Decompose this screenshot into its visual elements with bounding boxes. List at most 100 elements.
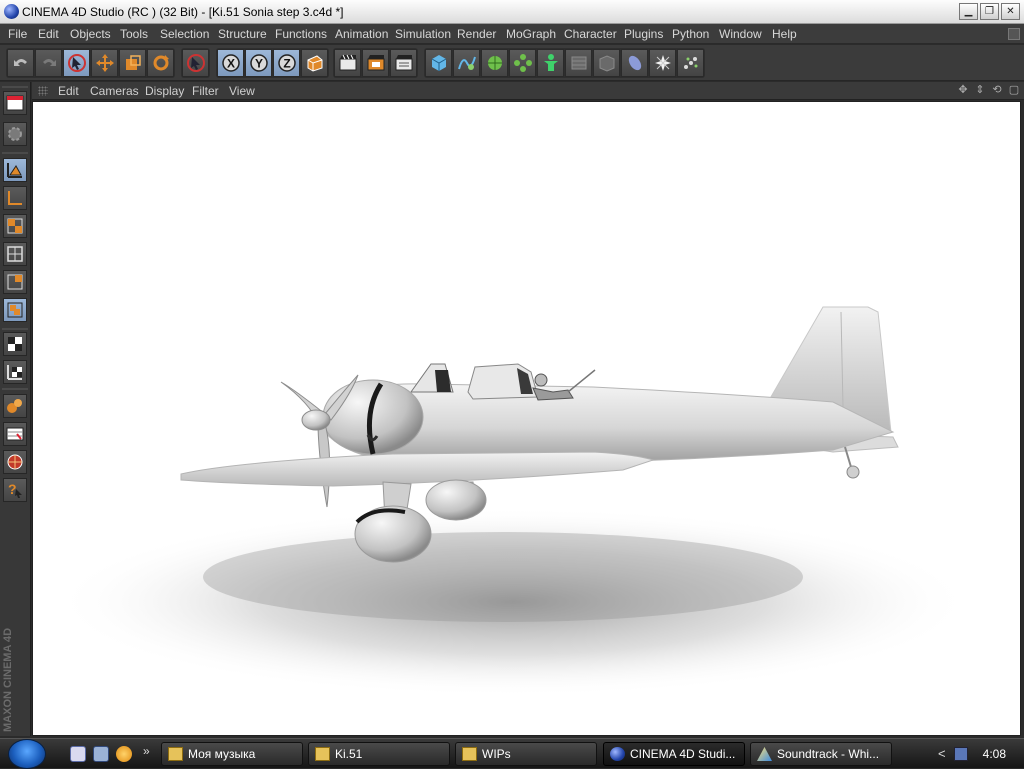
uv-polygons-button[interactable] xyxy=(3,360,27,384)
viewport-menu-cameras[interactable]: Cameras xyxy=(90,84,139,98)
taskbar-item-cinema4d[interactable]: CINEMA 4D Studi... xyxy=(603,742,745,766)
world-mode-button[interactable] xyxy=(3,450,27,474)
points-mode-icon xyxy=(7,218,23,234)
menu-help[interactable]: Help xyxy=(772,27,797,41)
undo-button[interactable] xyxy=(7,49,34,77)
add-scene-button[interactable] xyxy=(593,49,620,77)
tray-expand-icon[interactable]: < xyxy=(938,746,946,761)
object-gear-icon xyxy=(8,127,22,141)
switch-windows-icon[interactable] xyxy=(93,746,109,762)
add-character-button[interactable] xyxy=(537,49,564,77)
render-settings-button[interactable] xyxy=(390,49,417,77)
add-generator-button[interactable] xyxy=(481,49,508,77)
redo-button[interactable] xyxy=(35,49,62,77)
use-object-mode-button[interactable] xyxy=(3,122,27,146)
viewport-maximize-icon[interactable]: ▢ xyxy=(1007,83,1021,97)
menu-animation[interactable]: Animation xyxy=(335,27,388,41)
spline-pen-icon xyxy=(458,56,476,70)
use-axis-mode-button[interactable] xyxy=(3,186,27,210)
viewport-zoom-icon[interactable]: ⇕ xyxy=(973,83,987,97)
system-tray: < 4:08 xyxy=(930,742,1024,766)
viewport-move-icon[interactable]: ✥ xyxy=(956,83,970,97)
taskbar-item-wips-folder[interactable]: WIPs xyxy=(455,742,597,766)
menu-objects[interactable]: Objects xyxy=(70,27,111,41)
coordinate-system-button[interactable] xyxy=(301,49,328,77)
axis-mode-icon xyxy=(8,191,22,205)
viewport-menubar: Edit Cameras Display Filter View ✥ ⇕ ⟲ ▢ xyxy=(32,82,1024,100)
redo-icon xyxy=(43,59,56,66)
close-button[interactable]: ✕ xyxy=(1001,3,1020,20)
taskbar-item-music-folder[interactable]: Моя музыка xyxy=(161,742,303,766)
enable-axis-button[interactable] xyxy=(3,298,27,322)
polygons-mode-icon xyxy=(7,274,23,290)
menu-simulation[interactable]: Simulation xyxy=(395,27,451,41)
folder-icon xyxy=(462,747,477,761)
menu-functions[interactable]: Functions xyxy=(275,27,327,41)
x-axis-lock-button[interactable]: X xyxy=(217,49,244,77)
use-polygons-mode-button[interactable] xyxy=(3,270,27,294)
uv-points-button[interactable] xyxy=(3,332,27,356)
network-icon[interactable] xyxy=(954,747,968,761)
menu-python[interactable]: Python xyxy=(672,27,709,41)
menu-render[interactable]: Render xyxy=(457,27,496,41)
viewport-menu-display[interactable]: Display xyxy=(145,84,184,98)
menu-window[interactable]: Window xyxy=(719,27,762,41)
viewport-menu-edit[interactable]: Edit xyxy=(58,84,79,98)
use-texture-mode-button[interactable] xyxy=(3,158,27,182)
taskbar-item-label: Ki.51 xyxy=(335,747,363,761)
start-button[interactable] xyxy=(8,739,46,769)
window-controls: ▁ ❐ ✕ xyxy=(959,3,1020,20)
timeline-mode-button[interactable] xyxy=(3,422,27,446)
live-selection-button[interactable] xyxy=(63,49,90,77)
minimize-button[interactable]: ▁ xyxy=(959,3,978,20)
recent-tools-button[interactable] xyxy=(182,49,209,77)
burst-icon xyxy=(655,55,671,71)
undo-icon xyxy=(14,59,27,66)
airplane-render xyxy=(33,102,1020,735)
menu-edit[interactable]: Edit xyxy=(38,27,59,41)
menu-selection[interactable]: Selection xyxy=(160,27,209,41)
viewport-menu-filter[interactable]: Filter xyxy=(192,84,219,98)
clock[interactable]: 4:08 xyxy=(983,747,1006,761)
menu-file[interactable]: File xyxy=(8,27,27,41)
add-cube-button[interactable] xyxy=(425,49,452,77)
viewport-grip-icon[interactable] xyxy=(38,86,48,96)
menu-plugins[interactable]: Plugins xyxy=(624,27,663,41)
z-axis-lock-button[interactable]: Z xyxy=(273,49,300,77)
palette-separator xyxy=(2,152,28,154)
menu-tools[interactable]: Tools xyxy=(120,27,148,41)
add-spline-button[interactable] xyxy=(453,49,480,77)
taskbar-item-soundtrack[interactable]: Soundtrack - Whi... xyxy=(750,742,892,766)
quicklaunch-more-icon[interactable]: » xyxy=(143,744,150,758)
add-light-button[interactable] xyxy=(621,49,648,77)
maxon-brand-text: MAXON CINEMA 4D xyxy=(2,627,14,732)
menu-character[interactable]: Character xyxy=(564,27,617,41)
add-array-button[interactable] xyxy=(509,49,536,77)
add-particle-button[interactable] xyxy=(677,49,704,77)
rotate-tool-button[interactable] xyxy=(147,49,174,77)
use-model-mode-button[interactable] xyxy=(3,91,27,115)
show-desktop-icon[interactable] xyxy=(70,746,86,762)
taskbar-item-ki51-folder[interactable]: Ki.51 xyxy=(308,742,450,766)
add-camera-button[interactable] xyxy=(649,49,676,77)
menu-structure[interactable]: Structure xyxy=(218,27,267,41)
add-deformer-button[interactable] xyxy=(565,49,592,77)
viewport-menu-view[interactable]: View xyxy=(229,84,255,98)
propeller-spinner xyxy=(301,409,331,431)
media-player-icon[interactable] xyxy=(116,746,132,762)
sculpt-mode-button[interactable] xyxy=(3,394,27,418)
help-pointer-button[interactable]: ? xyxy=(3,478,27,502)
render-view-button[interactable] xyxy=(334,49,361,77)
use-edges-mode-button[interactable] xyxy=(3,242,27,266)
scale-tool-button[interactable] xyxy=(119,49,146,77)
use-points-mode-button[interactable] xyxy=(3,214,27,238)
restore-button[interactable]: ❐ xyxy=(980,3,999,20)
render-to-picture-viewer-button[interactable] xyxy=(362,49,389,77)
viewport-rotate-icon[interactable]: ⟲ xyxy=(990,83,1004,97)
menu-mograph[interactable]: MoGraph xyxy=(506,27,556,41)
move-tool-button[interactable] xyxy=(91,49,118,77)
character-icon xyxy=(544,54,558,71)
y-axis-lock-button[interactable]: Y xyxy=(245,49,272,77)
layout-corner-icon[interactable] xyxy=(1008,28,1020,40)
3d-viewport[interactable] xyxy=(32,101,1021,736)
